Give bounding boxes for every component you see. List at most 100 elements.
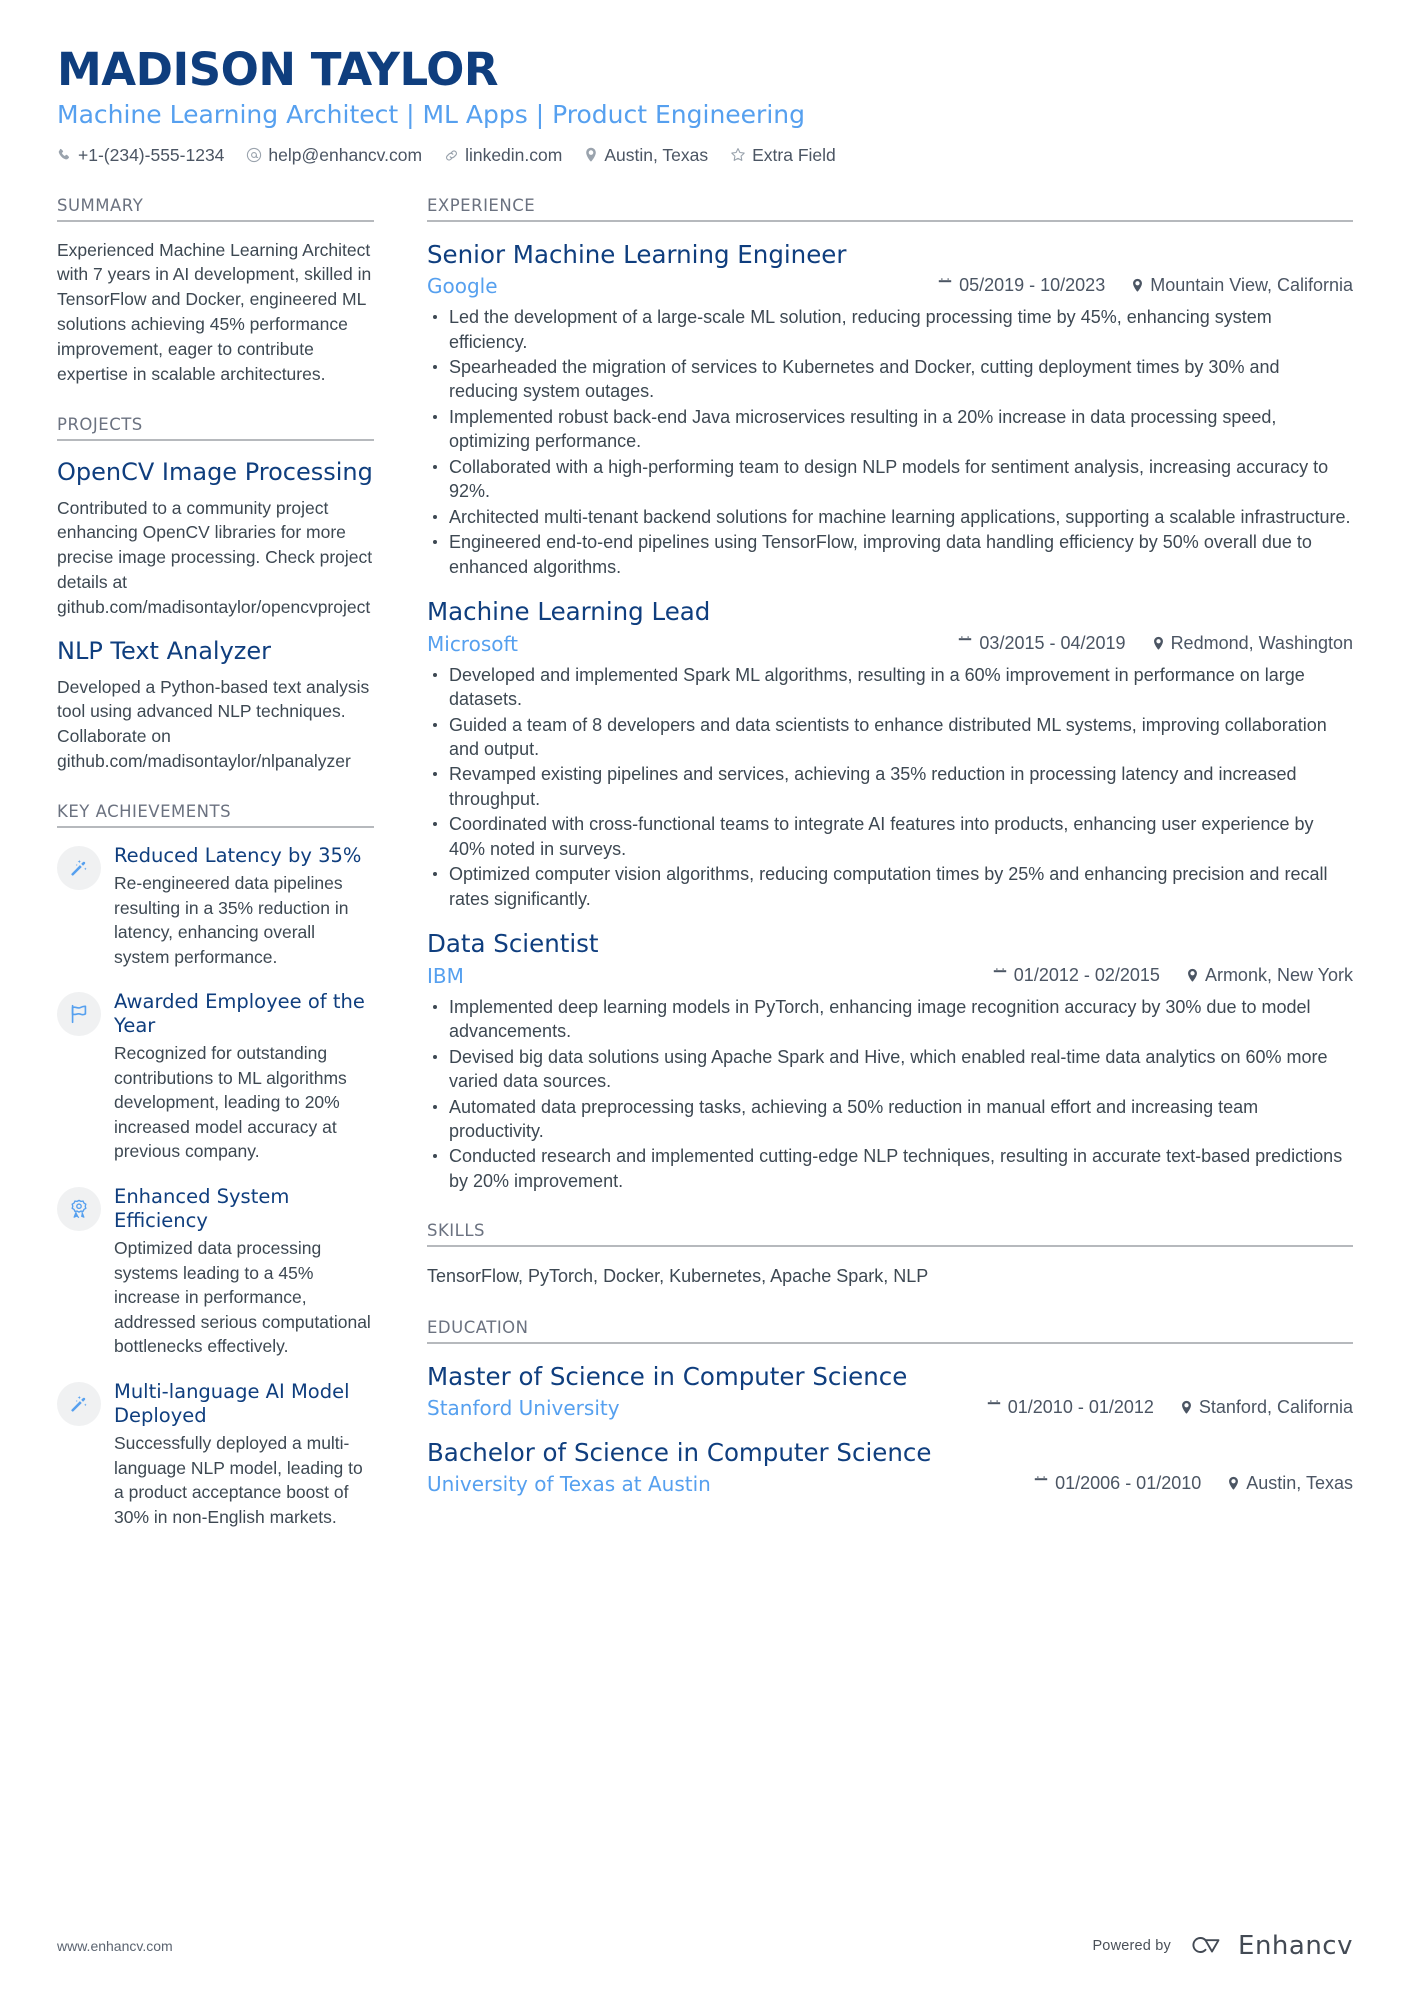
job-bullets: Developed and implemented Spark ML algor… — [427, 663, 1353, 912]
job-bullet: Optimized computer vision algorithms, re… — [427, 862, 1353, 911]
job-dates-text: 03/2015 - 04/2019 — [979, 632, 1126, 653]
section-title-skills: SKILLS — [427, 1221, 1353, 1248]
location-pin-icon — [1227, 1476, 1240, 1491]
contact-row: +1-(234)-555-1234 help@enhancv.com linke… — [57, 145, 1353, 166]
resume-columns: SUMMARY Experienced Machine Learning Arc… — [57, 196, 1353, 1550]
job-location-text: Redmond, Washington — [1170, 632, 1353, 653]
contact-phone-text: +1-(234)-555-1234 — [78, 144, 225, 165]
job-meta: Microsoft 03/2015 - 04/2019 Redmond, Was… — [427, 632, 1353, 656]
contact-location: Austin, Texas — [584, 145, 708, 166]
job-bullet: Conducted research and implemented cutti… — [427, 1144, 1353, 1193]
achievement-list: Reduced Latency by 35% Re-engineered dat… — [57, 844, 374, 1529]
star-icon — [730, 147, 746, 163]
section-title-education: EDUCATION — [427, 1318, 1353, 1344]
job-bullets: Implemented deep learning models in PyTo… — [427, 995, 1353, 1194]
project-title: NLP Text Analyzer — [57, 636, 272, 665]
section-key-achievements: KEY ACHIEVEMENTS Reduced Latency by 35% … — [57, 802, 374, 1529]
enhancv-logo-icon — [1185, 1932, 1229, 1961]
education-school: Stanford University — [427, 1395, 620, 1420]
section-title-projects: PROJECTS — [57, 415, 374, 441]
contact-linkedin[interactable]: linkedin.com — [444, 145, 562, 166]
education-degree: Master of Science in Computer Science — [427, 1361, 908, 1391]
education-degree: Bachelor of Science in Computer Science — [427, 1437, 932, 1467]
education-location: Austin, Texas — [1227, 1473, 1353, 1494]
job-bullet: Engineered end-to-end pipelines using Te… — [427, 530, 1353, 579]
calendar-icon — [938, 278, 952, 293]
achievement-title: Awarded Employee of the Year — [114, 990, 365, 1038]
section-summary: SUMMARY Experienced Machine Learning Arc… — [57, 196, 374, 387]
resume-footer: www.enhancv.com Powered by Enhancv — [57, 1931, 1353, 1961]
job-location-text: Mountain View, California — [1150, 275, 1353, 296]
achievement-body: Awarded Employee of the Year Recognized … — [114, 990, 374, 1164]
calendar-icon — [1034, 1476, 1048, 1491]
achievement-item: Enhanced System Efficiency Optimized dat… — [57, 1185, 374, 1359]
job-role: Senior Machine Learning Engineer — [427, 239, 847, 269]
magic-wand-icon — [57, 845, 101, 890]
flag-icon — [57, 992, 101, 1037]
education-meta: Stanford University 01/2010 - 01/2012 St… — [427, 1396, 1353, 1420]
achievement-description: Recognized for outstanding contributions… — [114, 1043, 347, 1162]
section-skills: SKILLS TensorFlow, PyTorch, Docker, Kube… — [427, 1221, 1353, 1289]
job-location-text: Armonk, New York — [1204, 964, 1353, 985]
footer-website[interactable]: www.enhancv.com — [57, 1938, 173, 1954]
professional-headline: Machine Learning Architect | ML Apps | P… — [57, 100, 805, 130]
job-meta: Google 05/2019 - 10/2023 Mountain View, — [427, 274, 1353, 298]
job-bullet: Coordinated with cross-functional teams … — [427, 812, 1353, 861]
resume-main: EXPERIENCE Senior Machine Learning Engin… — [427, 196, 1353, 1497]
education-location-text: Austin, Texas — [1246, 1473, 1353, 1494]
job-bullet: Implemented deep learning models in PyTo… — [427, 995, 1353, 1044]
education-location: Stanford, California — [1180, 1397, 1353, 1418]
email-icon — [246, 147, 262, 163]
powered-by-label: Powered by — [1092, 1938, 1172, 1954]
project-description: Contributed to a community project enhan… — [57, 497, 373, 617]
education-item: Master of Science in Computer Science St… — [427, 1362, 1353, 1420]
education-school: University of Texas at Austin — [427, 1472, 711, 1497]
education-location-text: Stanford, California — [1198, 1396, 1353, 1417]
section-title-key-achievements: KEY ACHIEVEMENTS — [57, 802, 374, 828]
location-pin-icon — [1131, 278, 1144, 293]
job-location: Mountain View, California — [1131, 275, 1353, 296]
section-projects: PROJECTS OpenCV Image Processing Contrib… — [57, 415, 374, 774]
job-dates: 05/2019 - 10/2023 — [938, 275, 1105, 296]
experience-item: Senior Machine Learning Engineer Google … — [427, 240, 1353, 580]
summary-text: Experienced Machine Learning Architect w… — [57, 239, 372, 384]
enhancv-brand: Enhancv — [1185, 1931, 1353, 1961]
job-bullet: Revamped existing pipelines and services… — [427, 762, 1353, 811]
calendar-icon — [987, 1400, 1001, 1415]
job-company: Google — [427, 274, 498, 299]
link-icon — [444, 148, 459, 163]
achievement-description: Re-engineered data pipelines resulting i… — [114, 873, 349, 967]
location-pin-icon — [584, 147, 598, 163]
calendar-icon — [993, 968, 1007, 983]
job-location: Armonk, New York — [1186, 965, 1353, 986]
achievement-item: Reduced Latency by 35% Re-engineered dat… — [57, 844, 374, 969]
section-education: EDUCATION Master of Science in Computer … — [427, 1318, 1353, 1497]
job-bullet: Devised big data solutions using Apache … — [427, 1045, 1353, 1094]
job-location: Redmond, Washington — [1152, 633, 1353, 654]
achievement-item: Multi-language AI Model Deployed Success… — [57, 1380, 374, 1529]
contact-phone: +1-(234)-555-1234 — [57, 145, 224, 166]
contact-email-text: help@enhancv.com — [268, 144, 423, 165]
experience-item: Machine Learning Lead Microsoft 03/2015 … — [427, 597, 1353, 911]
calendar-icon — [958, 635, 972, 651]
experience-item: Data Scientist IBM 01/2012 - 02/2015 Arm… — [427, 929, 1353, 1193]
resume-page: MADISON TAYLOR Machine Learning Architec… — [0, 0, 1410, 1995]
job-dates: 03/2015 - 04/2019 — [958, 632, 1126, 654]
education-dates-text: 01/2006 - 01/2010 — [1055, 1473, 1202, 1494]
job-meta: IBM 01/2012 - 02/2015 Armonk, New York — [427, 964, 1353, 988]
project-item: NLP Text Analyzer Developed a Python-bas… — [57, 637, 374, 774]
education-dates-text: 01/2010 - 01/2012 — [1007, 1396, 1154, 1417]
project-item: OpenCV Image Processing Contributed to a… — [57, 458, 374, 620]
job-bullet: Developed and implemented Spark ML algor… — [427, 663, 1353, 712]
resume-header: MADISON TAYLOR Machine Learning Architec… — [57, 0, 1353, 166]
contact-linkedin-text: linkedin.com — [465, 144, 563, 165]
resume-sidebar: SUMMARY Experienced Machine Learning Arc… — [57, 196, 374, 1550]
job-company: IBM — [427, 963, 464, 988]
job-dates-text: 05/2019 - 10/2023 — [959, 275, 1106, 296]
job-bullet: Led the development of a large-scale ML … — [427, 305, 1353, 354]
education-dates: 01/2006 - 01/2010 — [1034, 1473, 1201, 1494]
job-company: Microsoft — [427, 631, 519, 656]
job-bullet: Architected multi-tenant backend solutio… — [427, 505, 1353, 529]
achievement-item: Awarded Employee of the Year Recognized … — [57, 990, 374, 1164]
contact-extra-field: Extra Field — [730, 145, 836, 166]
